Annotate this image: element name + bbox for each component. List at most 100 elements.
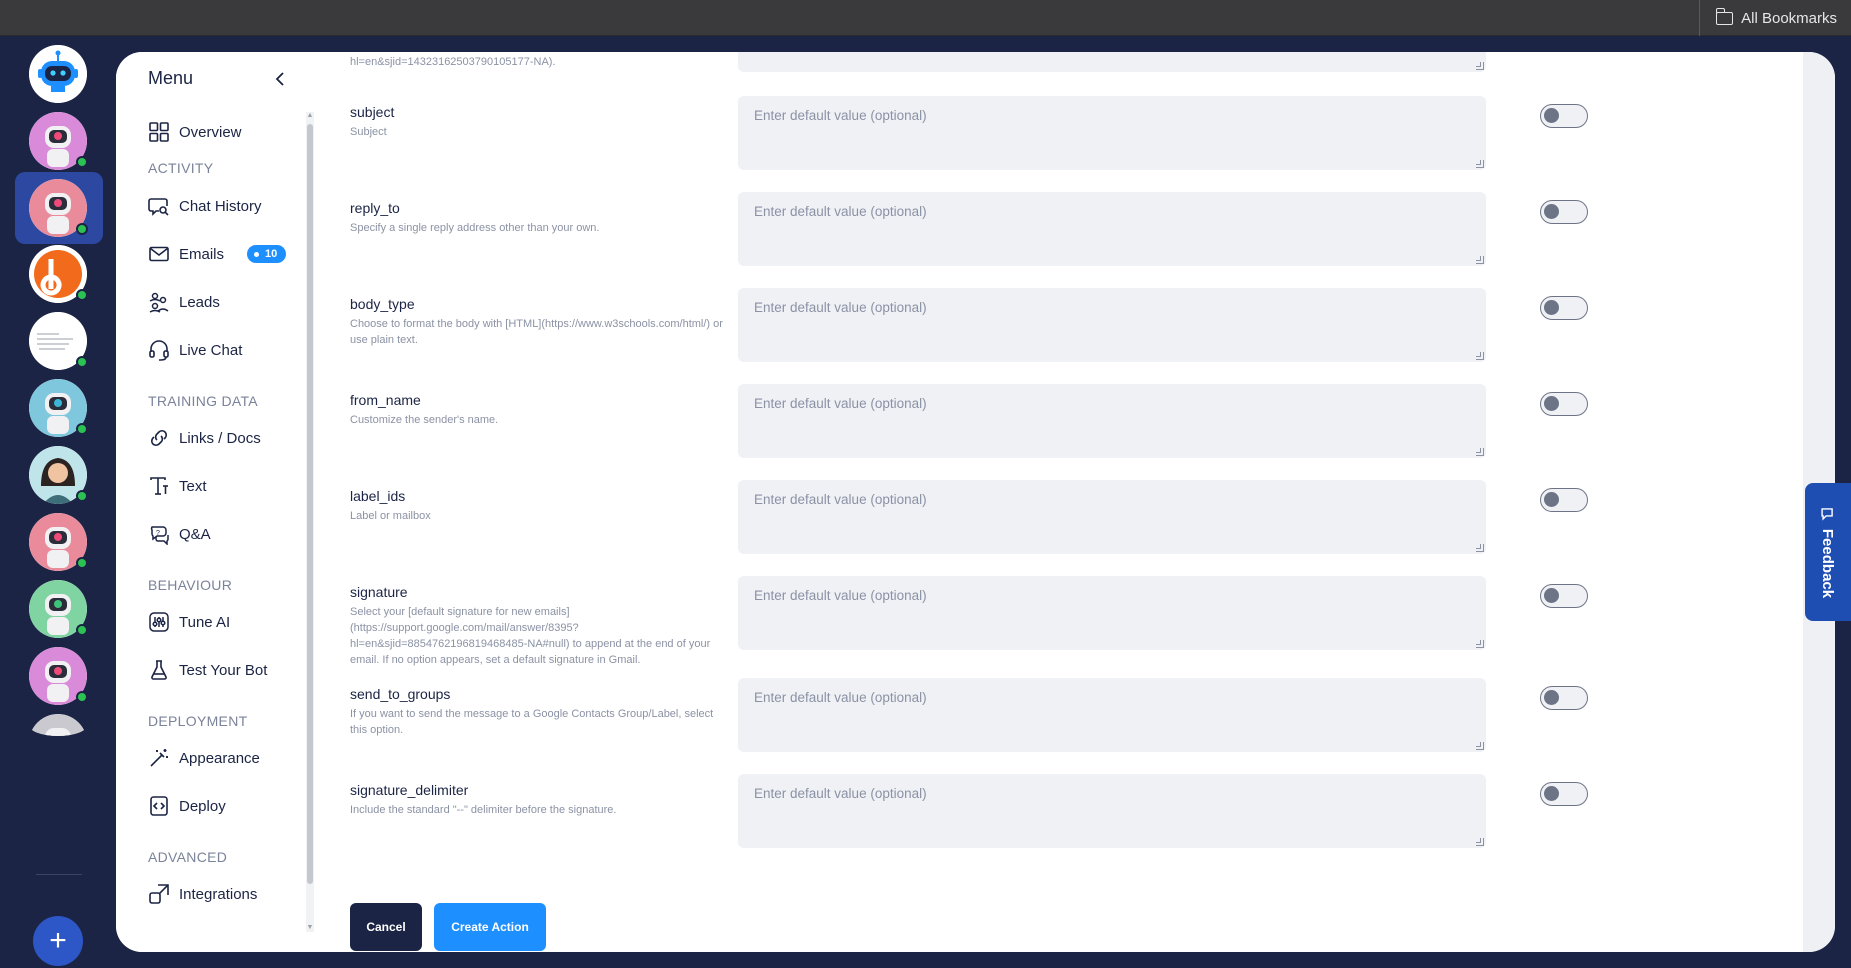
question-chat-icon: ?: [148, 523, 170, 545]
bot-avatar-10-partial[interactable]: [29, 714, 87, 736]
menu-item-emails[interactable]: Emails 10: [148, 241, 287, 267]
default-value-input[interactable]: Enter default value (optional): [738, 384, 1486, 458]
create-action-button[interactable]: Create Action: [434, 903, 546, 951]
param-toggle[interactable]: [1540, 686, 1588, 710]
online-status-dot: [76, 624, 88, 636]
online-status-dot: [76, 356, 88, 368]
menu-title: Menu: [148, 68, 194, 88]
bot-avatar-4[interactable]: [29, 312, 88, 370]
param-toggle[interactable]: [1540, 488, 1588, 512]
content-card: Menu Overview ACTIVITY Chat History Emai…: [116, 52, 1835, 952]
default-value-input[interactable]: Enter default value (optional): [738, 576, 1486, 650]
online-status-dot: [76, 691, 88, 703]
all-bookmarks-button[interactable]: All Bookmarks: [1699, 0, 1837, 36]
bot-avatar-3[interactable]: [29, 245, 88, 303]
param-name: signature: [350, 584, 408, 600]
collapse-menu-chevron-icon[interactable]: [274, 70, 286, 91]
param-toggle[interactable]: [1540, 104, 1588, 128]
resize-handle-icon[interactable]: [1476, 544, 1484, 552]
resize-handle-icon[interactable]: [1476, 448, 1484, 456]
resize-handle-icon[interactable]: [1476, 62, 1484, 70]
menu-item-text[interactable]: Text: [148, 473, 207, 499]
resize-handle-icon[interactable]: [1476, 640, 1484, 648]
chat-bubble-icon: [1822, 507, 1834, 521]
bot-avatar-6[interactable]: [29, 446, 88, 504]
link-icon: [148, 427, 170, 449]
param-toggle[interactable]: [1540, 392, 1588, 416]
bot-avatar-5[interactable]: [29, 379, 88, 437]
online-status-dot: [76, 490, 88, 502]
resize-handle-icon[interactable]: [1476, 256, 1484, 264]
param-toggle[interactable]: [1540, 782, 1588, 806]
bot-avatar-2-active[interactable]: [29, 179, 88, 237]
menu-item-integrations[interactable]: Integrations: [148, 881, 257, 907]
menu-item-live-chat[interactable]: Live Chat: [148, 337, 242, 363]
headset-icon: [148, 339, 170, 361]
menu-item-qa[interactable]: ? Q&A: [148, 521, 211, 547]
input-placeholder: Enter default value (optional): [754, 204, 927, 219]
badge-dot-icon: [254, 251, 260, 257]
default-value-input[interactable]: Enter default value (optional): [738, 678, 1486, 752]
default-value-input[interactable]: Enter default value (optional): [738, 288, 1486, 362]
badge-count: 10: [265, 248, 278, 260]
rail-divider: [36, 874, 82, 875]
default-value-input[interactable]: Enter default value (optional): [738, 480, 1486, 554]
resize-handle-icon[interactable]: [1476, 742, 1484, 750]
default-value-input[interactable]: Enter default value (optional): [738, 774, 1486, 848]
grid-icon: [148, 121, 170, 143]
param-toggle[interactable]: [1540, 296, 1588, 320]
menu-item-leads[interactable]: Leads: [148, 289, 220, 315]
menu-scrollbar[interactable]: ▲ ▼: [306, 112, 314, 932]
param-toggle[interactable]: [1540, 200, 1588, 224]
action-form: hl=en&sjid=14323162503790105177-NA). sub…: [334, 52, 1803, 952]
people-icon: [148, 291, 170, 313]
browser-bookmarks-bar: All Bookmarks: [0, 0, 1851, 36]
cancel-button[interactable]: Cancel: [350, 903, 422, 951]
scroll-up-arrow-icon[interactable]: ▲: [306, 112, 314, 120]
chat-search-icon: [148, 195, 170, 217]
default-value-input[interactable]: [738, 52, 1486, 72]
menu-scrollbar-thumb[interactable]: [307, 124, 313, 884]
menu-item-appearance[interactable]: Appearance: [148, 745, 260, 771]
toggle-knob: [1544, 588, 1559, 603]
robot-logo-icon: [29, 45, 87, 103]
scroll-down-arrow-icon[interactable]: ▼: [306, 924, 314, 932]
param-name: reply_to: [350, 200, 400, 216]
menu-item-label: Tune AI: [179, 613, 231, 631]
all-bookmarks-label: All Bookmarks: [1741, 9, 1837, 27]
menu-item-tune-ai[interactable]: Tune AI: [148, 609, 230, 635]
toggle-knob: [1544, 108, 1559, 123]
add-bot-button[interactable]: +: [33, 916, 83, 966]
bot-avatar-8[interactable]: [29, 580, 88, 638]
menu-item-deploy[interactable]: Deploy: [148, 793, 226, 819]
code-file-icon: [148, 795, 170, 817]
menu-item-overview[interactable]: Overview: [148, 119, 242, 145]
default-value-input[interactable]: Enter default value (optional): [738, 96, 1486, 170]
menu-item-chat-history[interactable]: Chat History: [148, 193, 262, 219]
feedback-tab[interactable]: Feedback: [1805, 483, 1851, 621]
resize-handle-icon[interactable]: [1476, 838, 1484, 846]
resize-handle-icon[interactable]: [1476, 352, 1484, 360]
bot-avatar-7[interactable]: [29, 513, 88, 571]
default-value-input[interactable]: Enter default value (optional): [738, 192, 1486, 266]
menu-item-links-docs[interactable]: Links / Docs: [148, 425, 261, 451]
section-behaviour: BEHAVIOUR: [148, 577, 233, 593]
menu-item-test-your-bot[interactable]: Test Your Bot: [148, 657, 267, 683]
menu-item-label: Live Chat: [179, 341, 243, 359]
input-placeholder: Enter default value (optional): [754, 690, 927, 705]
param-name: label_ids: [350, 488, 406, 504]
input-placeholder: Enter default value (optional): [754, 786, 927, 801]
param-toggle[interactable]: [1540, 584, 1588, 608]
toggle-knob: [1544, 204, 1559, 219]
input-placeholder: Enter default value (optional): [754, 396, 927, 411]
app-logo[interactable]: [29, 45, 87, 103]
param-description: Select your [default signature for new e…: [350, 606, 711, 666]
menu-item-label: Emails: [179, 245, 225, 263]
mail-icon: [148, 243, 170, 265]
bot-avatar-9[interactable]: [29, 647, 88, 705]
resize-handle-icon[interactable]: [1476, 160, 1484, 168]
bot-avatar-1[interactable]: [29, 112, 88, 170]
bot-rail: +: [0, 37, 118, 968]
online-status-dot: [76, 557, 88, 569]
param-description: Choose to format the body with [HTML](ht…: [350, 318, 723, 346]
